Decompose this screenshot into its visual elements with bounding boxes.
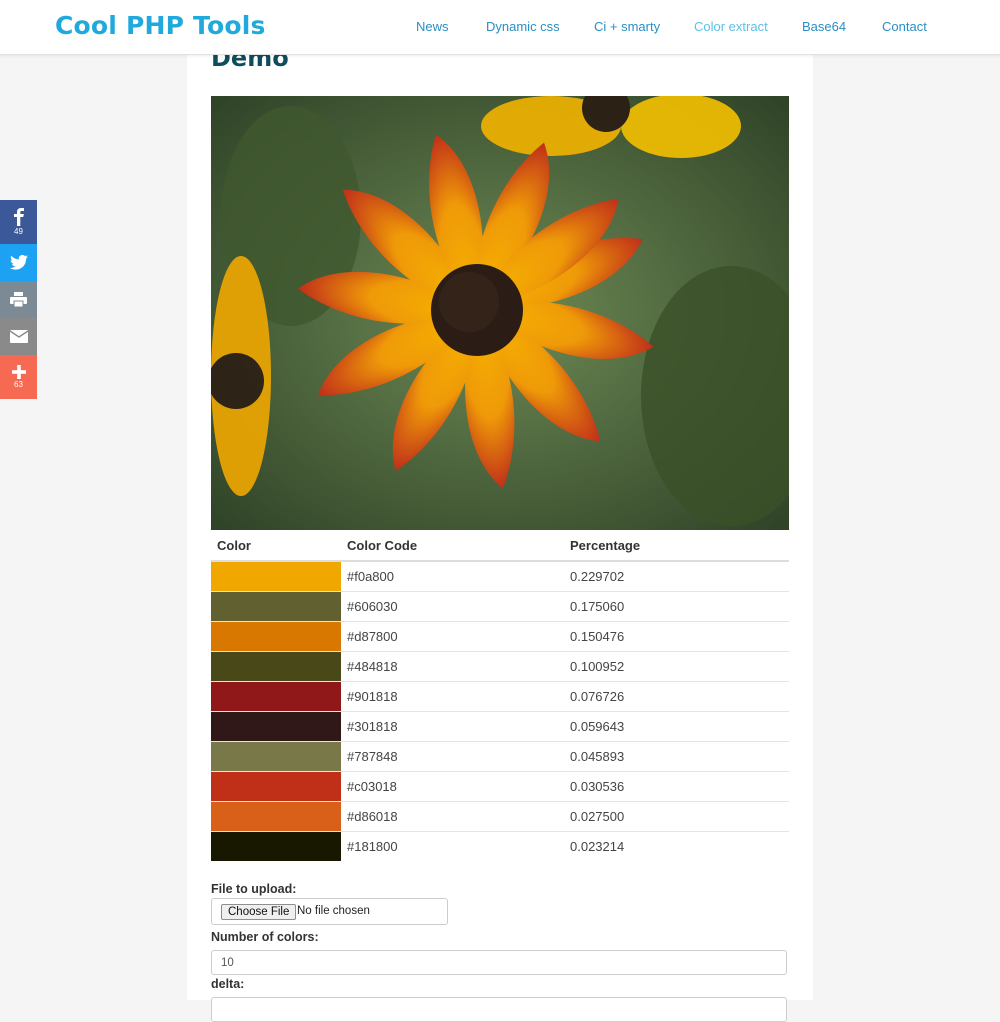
color-code-cell: #d86018 [341, 801, 564, 832]
color-swatch [211, 712, 341, 741]
percentage-cell: 0.150476 [564, 621, 789, 652]
color-swatch-cell [211, 771, 341, 802]
share-sidebar: 49 63 [0, 200, 37, 399]
file-status-text: No file chosen [297, 905, 370, 917]
color-swatch [211, 682, 341, 711]
plus-icon [11, 365, 26, 379]
table-row: #c03018 0.030536 [211, 771, 789, 802]
nav-base64[interactable]: Base64 [802, 19, 846, 34]
color-code-cell: #d87800 [341, 621, 564, 652]
color-swatch-cell [211, 651, 341, 682]
facebook-share-button[interactable]: 49 [0, 200, 37, 244]
table-row: #484818 0.100952 [211, 651, 789, 682]
color-code-cell: #181800 [341, 831, 564, 861]
facebook-icon [12, 208, 26, 226]
delta-input[interactable] [211, 997, 787, 1022]
number-of-colors-label: Number of colors: [211, 930, 319, 944]
color-swatch-cell [211, 621, 341, 652]
table-row: #d86018 0.027500 [211, 801, 789, 832]
color-swatch [211, 652, 341, 681]
file-upload-label: File to upload: [211, 882, 297, 896]
more-share-count: 63 [14, 380, 23, 389]
color-code-cell: #f0a800 [341, 560, 564, 592]
percentage-cell: 0.100952 [564, 651, 789, 682]
main-nav: News Dynamic css Ci + smarty Color extra… [0, 19, 1000, 39]
table-row: #d87800 0.150476 [211, 621, 789, 652]
percentage-cell: 0.076726 [564, 681, 789, 712]
percentage-cell: 0.229702 [564, 560, 789, 592]
color-swatch [211, 592, 341, 621]
table-row: #301818 0.059643 [211, 711, 789, 742]
twitter-share-button[interactable] [0, 244, 37, 281]
color-code-cell: #606030 [341, 591, 564, 622]
choose-file-button[interactable]: Choose File [221, 904, 297, 920]
nav-dynamic-css[interactable]: Dynamic css [486, 19, 560, 34]
top-navbar: Cool PHP Tools News Dynamic css Ci + sma… [0, 0, 1000, 55]
color-swatch-cell [211, 591, 341, 622]
twitter-icon [9, 255, 28, 270]
print-icon [10, 292, 27, 307]
percentage-cell: 0.023214 [564, 831, 789, 861]
number-of-colors-input[interactable]: 10 [211, 950, 787, 975]
table-header-row: Color Color Code Percentage [211, 530, 789, 562]
color-swatch-cell [211, 560, 341, 592]
color-code-cell: #787848 [341, 741, 564, 772]
table-row: #787848 0.045893 [211, 741, 789, 772]
color-swatch [211, 772, 341, 801]
color-swatch-cell [211, 741, 341, 772]
table-row: #f0a800 0.229702 [211, 560, 789, 592]
nav-ci-smarty[interactable]: Ci + smarty [594, 19, 660, 34]
color-code-cell: #301818 [341, 711, 564, 742]
col-header-color: Color [211, 530, 341, 562]
color-swatch [211, 802, 341, 831]
email-share-button[interactable] [0, 318, 37, 355]
nav-contact[interactable]: Contact [882, 19, 927, 34]
percentage-cell: 0.045893 [564, 741, 789, 772]
color-swatch [211, 562, 341, 591]
nav-color-extract[interactable]: Color extract [694, 19, 768, 34]
table-row: #606030 0.175060 [211, 591, 789, 622]
col-header-code: Color Code [341, 530, 564, 562]
percentage-cell: 0.027500 [564, 801, 789, 832]
color-swatch-cell [211, 681, 341, 712]
color-swatch [211, 742, 341, 771]
percentage-cell: 0.059643 [564, 711, 789, 742]
color-swatch-cell [211, 801, 341, 832]
print-button[interactable] [0, 281, 37, 318]
color-code-cell: #c03018 [341, 771, 564, 802]
color-code-cell: #901818 [341, 681, 564, 712]
more-share-button[interactable]: 63 [0, 355, 37, 399]
delta-label: delta: [211, 977, 245, 991]
file-upload-input[interactable]: Choose File No file chosen [211, 898, 448, 925]
color-swatch [211, 832, 341, 861]
table-row: #901818 0.076726 [211, 681, 789, 712]
col-header-percentage: Percentage [564, 530, 789, 562]
color-code-cell: #484818 [341, 651, 564, 682]
color-swatch-cell [211, 831, 341, 861]
percentage-cell: 0.175060 [564, 591, 789, 622]
facebook-share-count: 49 [14, 227, 23, 236]
nav-news[interactable]: News [416, 19, 449, 34]
color-swatch [211, 622, 341, 651]
table-row: #181800 0.023214 [211, 831, 789, 861]
percentage-cell: 0.030536 [564, 771, 789, 802]
color-swatch-cell [211, 711, 341, 742]
demo-flower-photo [211, 96, 789, 530]
color-table: Color Color Code Percentage #f0a800 0.229… [211, 530, 789, 861]
email-icon [9, 330, 28, 343]
